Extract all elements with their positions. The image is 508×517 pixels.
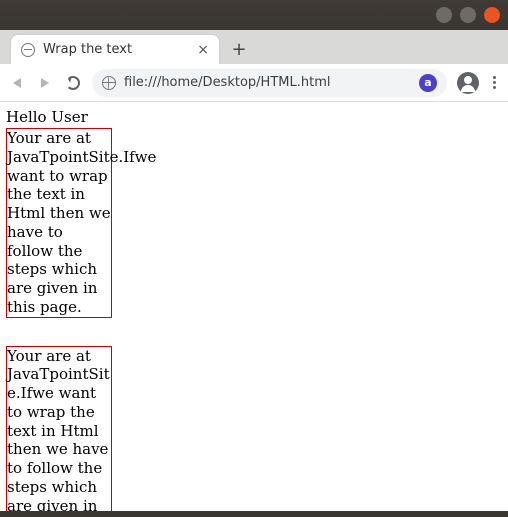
address-bar[interactable]: file:///home/Desktop/HTML.html a [92,69,447,97]
reload-icon [66,76,80,90]
greeting-text: Hello User [6,108,502,126]
profile-avatar[interactable] [457,72,479,94]
browser-toolbar: file:///home/Desktop/HTML.html a [0,64,508,102]
extension-badge[interactable]: a [419,74,437,92]
dot-icon [493,81,496,84]
url-text: file:///home/Desktop/HTML.html [124,75,411,90]
window-bottom-border [0,511,508,517]
reload-button[interactable] [64,74,82,92]
new-tab-button[interactable]: + [226,36,252,62]
arrow-left-icon [13,78,21,88]
window-close-button[interactable] [484,7,500,23]
globe-icon [21,43,35,57]
tab-title: Wrap the text [43,42,189,57]
back-button[interactable] [8,74,26,92]
forward-button[interactable] [36,74,54,92]
wrap-box-break-word: Your are at JavaTpointSite.Ifwe want to … [6,346,112,512]
globe-icon [102,76,116,90]
menu-button[interactable] [489,76,500,89]
close-icon[interactable]: × [197,42,209,58]
wrap-box-normal: Your are at JavaTpointSite.Ifwe want to … [6,128,112,318]
browser-tab[interactable]: Wrap the text × [10,34,220,64]
plus-icon: + [231,39,246,60]
dot-icon [493,86,496,89]
page-viewport: Hello User Your are at JavaTpointSite.If… [0,102,508,511]
window-minimize-button[interactable] [436,7,452,23]
tab-strip: Wrap the text × + [0,30,508,64]
dot-icon [493,76,496,79]
window-titlebar [0,0,508,30]
window-maximize-button[interactable] [460,7,476,23]
arrow-right-icon [41,78,49,88]
